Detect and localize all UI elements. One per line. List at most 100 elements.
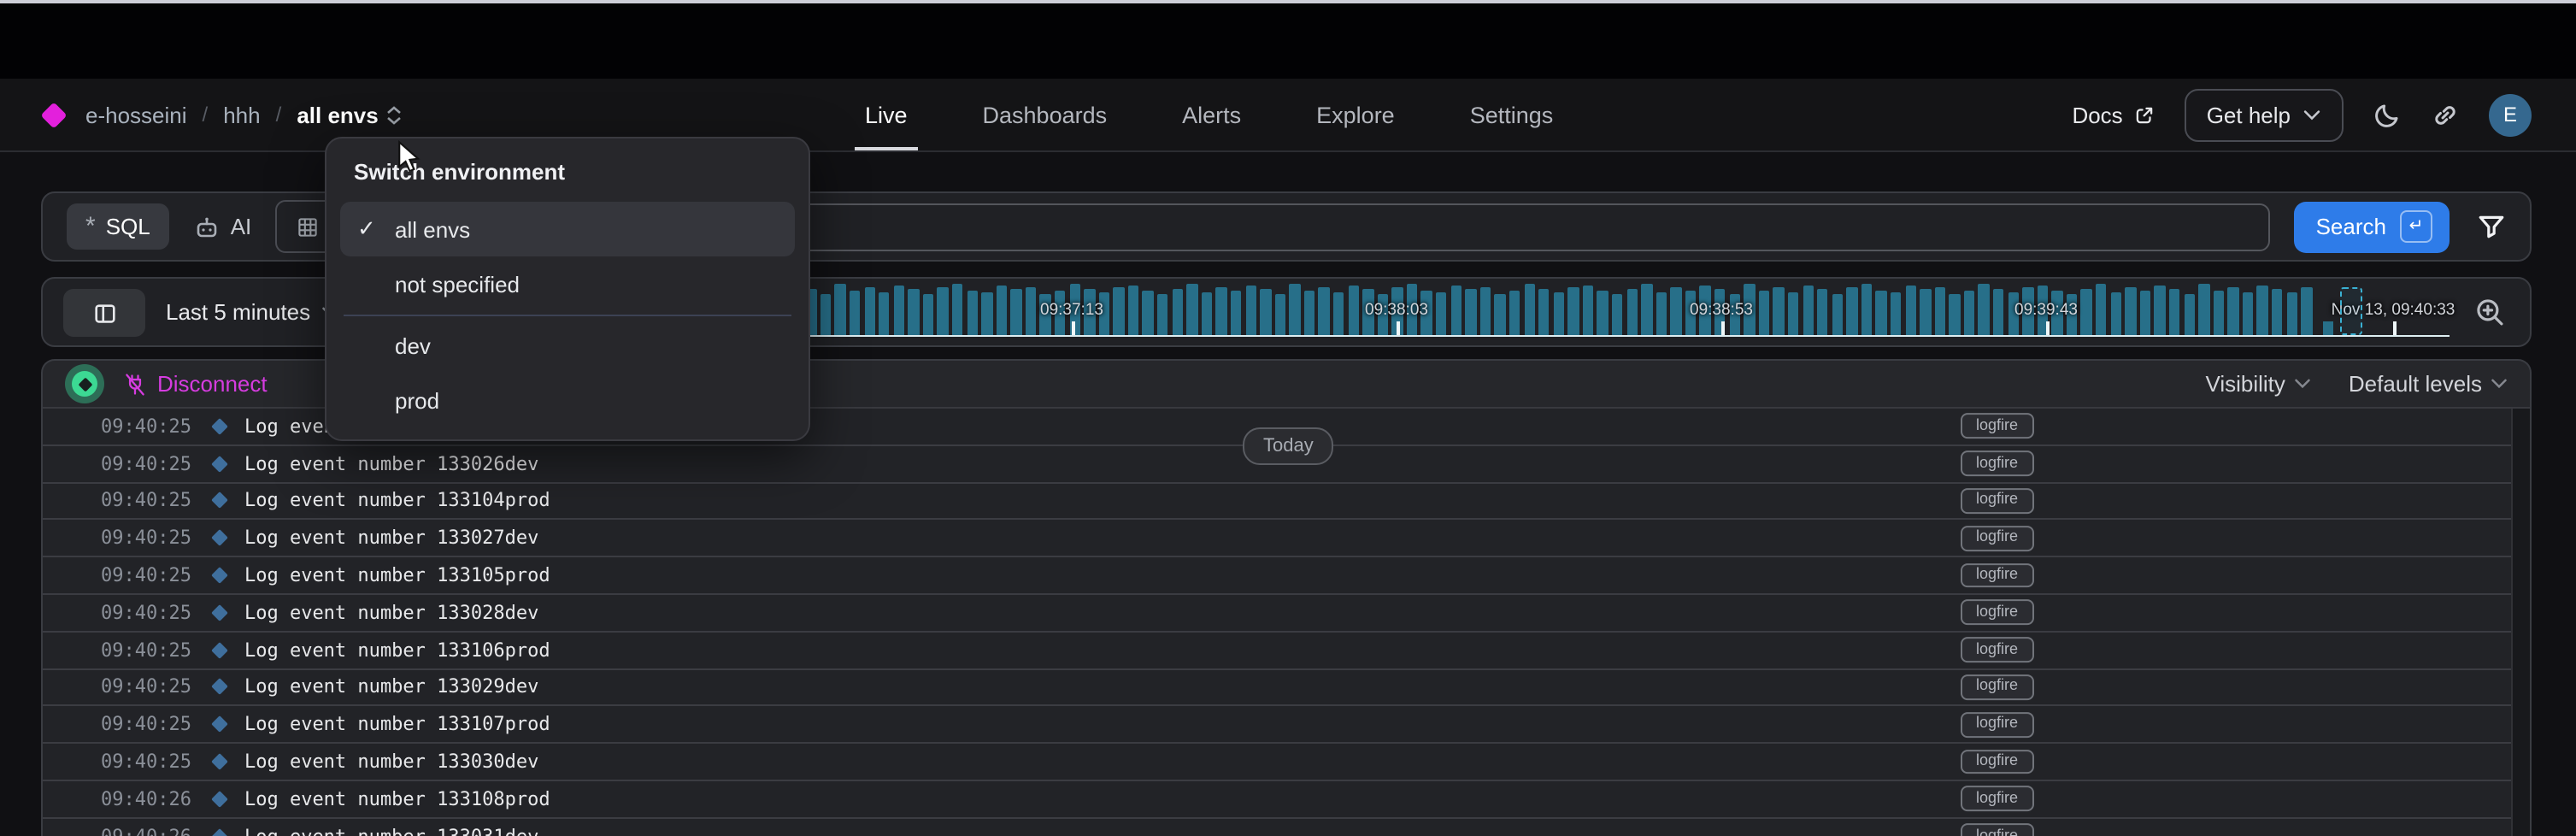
histogram-bar (2257, 285, 2268, 336)
get-help-button[interactable]: Get help (2185, 88, 2344, 141)
visibility-dropdown[interactable]: Visibility (2205, 371, 2310, 397)
sidebar-toggle-button[interactable] (63, 289, 145, 337)
histogram-bar (879, 291, 890, 336)
visibility-label: Visibility (2205, 371, 2285, 397)
chevron-down-icon (2303, 109, 2321, 121)
filter-funnel-icon[interactable] (2477, 212, 2506, 241)
table-grid-icon (296, 215, 320, 238)
env-option-prod[interactable]: prod (340, 373, 795, 427)
log-timestamp: 09:40:25 (101, 415, 191, 438)
histogram-bar (996, 285, 1007, 336)
sql-label: SQL (106, 214, 150, 239)
zoom-in-icon[interactable] (2473, 296, 2506, 328)
histogram-bar (2169, 288, 2180, 336)
histogram-bar (1773, 286, 1785, 336)
histogram-bar (1231, 290, 1242, 336)
histogram-bar (1964, 290, 1975, 336)
histogram-bar (1026, 286, 1037, 336)
histogram-bar (1436, 291, 1447, 336)
env-option-all-envs[interactable]: ✓all envs (340, 202, 795, 256)
tab-explore[interactable]: Explore (1316, 79, 1395, 150)
logfire-logo-icon[interactable] (40, 101, 67, 127)
unplug-icon (123, 372, 147, 396)
scope-badge: logfire (1961, 488, 2033, 514)
breadcrumb-org[interactable]: e-hosseini (85, 102, 187, 127)
log-row[interactable]: 09:40:26Log event number 133031devlogfir… (43, 819, 2516, 836)
chevron-down-icon (2491, 378, 2508, 390)
histogram-bar (893, 285, 904, 336)
time-range-selector[interactable]: Last 5 minutes (166, 279, 338, 345)
scrollbar-gutter[interactable] (2511, 409, 2530, 836)
docs-link[interactable]: Docs (2072, 102, 2155, 127)
environment-selector[interactable]: all envs (297, 102, 402, 127)
log-timestamp: 09:40:25 (101, 452, 191, 474)
default-levels-dropdown[interactable]: Default levels (2349, 371, 2508, 397)
histogram-bar (1583, 285, 1594, 336)
histogram-bar (1157, 293, 1168, 336)
histogram-bar (1186, 283, 1197, 336)
log-row[interactable]: 09:40:25Log event number 133105prodlogfi… (43, 557, 2516, 595)
histogram-tick-label: 09:37:13 (1040, 301, 1103, 320)
histogram-bar (1216, 286, 1227, 336)
breadcrumb-project[interactable]: hhh (223, 102, 260, 127)
sql-mode-button[interactable]: * SQL (67, 203, 169, 250)
docs-label: Docs (2072, 102, 2122, 127)
log-row[interactable]: 09:40:25Log event number 133106prodlogfi… (43, 633, 2516, 670)
histogram-bar (2198, 283, 2209, 336)
histogram-bar (2125, 286, 2136, 336)
log-level-diamond-icon (211, 827, 228, 836)
histogram-bar (1920, 288, 1931, 336)
theme-moon-icon[interactable] (2373, 100, 2402, 129)
histogram-bar (1128, 285, 1139, 336)
histogram-tick-label: 09:39:43 (2014, 301, 2078, 320)
histogram-bar (1348, 285, 1359, 336)
share-link-icon[interactable] (2431, 100, 2460, 129)
log-row[interactable]: 09:40:25Log event number 133027devlogfir… (43, 521, 2516, 558)
time-range-label: Last 5 minutes (166, 299, 310, 325)
histogram-bar (1979, 283, 1990, 336)
log-row[interactable]: 09:40:26Log event number 133108prodlogfi… (43, 781, 2516, 819)
scope-badge: logfire (1961, 786, 2033, 812)
histogram-bar (1626, 288, 1638, 336)
env-option-dev[interactable]: dev (340, 318, 795, 373)
default-levels-label: Default levels (2349, 371, 2482, 397)
histogram-bar (1803, 285, 1814, 336)
top-black-band (0, 3, 2576, 79)
ai-mode-button[interactable]: AI (193, 213, 252, 240)
env-option-not-specified[interactable]: not specified (340, 256, 795, 311)
tab-live[interactable]: Live (865, 79, 908, 150)
histogram-bar (1495, 293, 1506, 336)
scope-badge: logfire (1961, 562, 2033, 588)
log-row[interactable]: 09:40:25Log event number 133030devlogfir… (43, 744, 2516, 781)
log-row[interactable]: 09:40:25Log event number 133104prodlogfi… (43, 483, 2516, 521)
env-option-label: not specified (395, 271, 520, 297)
histogram-bar (1671, 286, 1682, 336)
log-message: Log event number 133030dev (244, 751, 538, 773)
check-icon: ✓ (357, 215, 395, 243)
disconnect-button[interactable]: Disconnect (123, 371, 268, 397)
histogram-bar (2081, 288, 2092, 336)
log-message: Log event number 133026dev (244, 452, 538, 474)
user-avatar[interactable]: E (2489, 93, 2532, 136)
live-status-indicator[interactable] (65, 364, 104, 403)
tab-dashboards[interactable]: Dashboards (983, 79, 1108, 150)
log-row[interactable]: 09:40:25Log event number 133107prodlogfi… (43, 707, 2516, 745)
histogram-bar (952, 283, 963, 336)
log-message: Log event number 133027dev (244, 527, 538, 550)
log-row[interactable]: 09:40:25Log event number 133028devlogfir… (43, 595, 2516, 633)
histogram-current-bucket-dashed (2340, 287, 2362, 335)
histogram-bar (2110, 291, 2121, 336)
histogram-bar (1876, 290, 1887, 336)
histogram-bar (1465, 288, 1476, 336)
log-row[interactable]: 09:40:25Log event number 133029devlogfir… (43, 669, 2516, 707)
search-button[interactable]: Search ↵ (2294, 201, 2450, 252)
tab-settings[interactable]: Settings (1470, 79, 1554, 150)
environment-menu-title: Switch environment (354, 159, 781, 185)
today-date-divider: Today (1243, 427, 1334, 465)
histogram-tick-label: 09:38:03 (1365, 301, 1428, 320)
histogram-bar (1832, 293, 1843, 336)
tab-alerts[interactable]: Alerts (1182, 79, 1241, 150)
histogram-bar (1817, 288, 1828, 336)
histogram-bar (1656, 291, 1667, 336)
histogram-bar (981, 291, 992, 336)
